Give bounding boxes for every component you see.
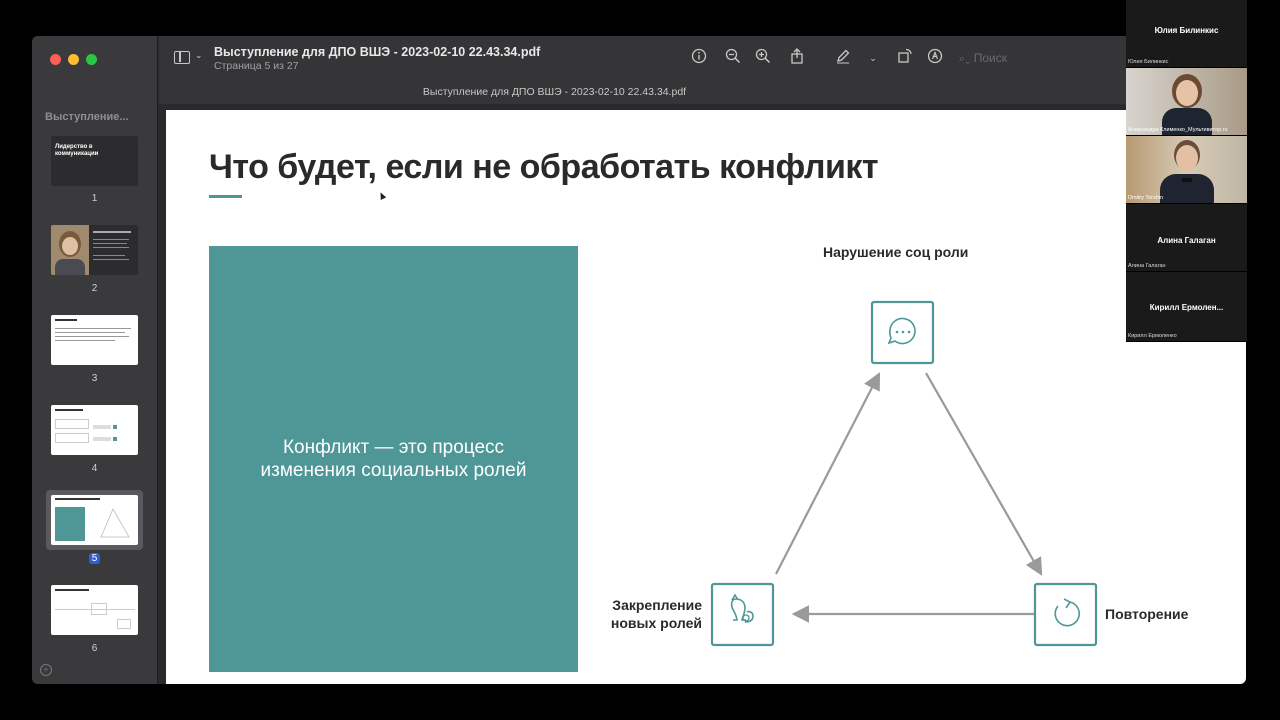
participant-name: Юлия Билинкис [1154, 26, 1219, 35]
participant-tile[interactable]: Кирилл Ермолен... Кирилл Ермоленко [1126, 272, 1247, 342]
thumbnail-page-1[interactable]: Лидерство в коммуникации [51, 136, 138, 186]
thumbnail-number: 1 [91, 193, 98, 204]
slide-title: Что будет, если не обработать конфликт [209, 148, 879, 186]
page-indicator: Страница 5 из 27 [214, 60, 299, 72]
participant-label: Алина Галаган [1128, 263, 1166, 269]
info-icon[interactable] [689, 48, 709, 68]
participant-video-tile[interactable]: Dmitry Torshin [1126, 136, 1247, 204]
node-label-top: Нарушение соц роли [823, 244, 969, 260]
zoom-out-icon[interactable] [723, 48, 743, 68]
toolbar: ⌄ Выступление для ДПО ВШЭ - 2023-02-10 2… [159, 36, 1246, 104]
annotate-icon[interactable] [925, 48, 945, 68]
thumbnail-page-6[interactable] [51, 585, 138, 635]
participant-label: Dmitry Torshin [1128, 195, 1164, 201]
participants-panel: Юлия Билинкис Юлия Билинкис Александра К… [1126, 0, 1247, 342]
arrow-left-to-top [775, 372, 881, 575]
thumbnail-page-5[interactable] [51, 495, 138, 545]
chevron-down-icon[interactable]: ⌄ [195, 50, 203, 61]
thumbnail-page-3[interactable] [51, 315, 138, 365]
search-placeholder: Поиск [973, 51, 1007, 65]
chevron-down-icon[interactable]: ⌄ [863, 48, 883, 68]
preview-window: Выступление... Лидерство в коммуникации … [32, 36, 1246, 684]
node-label-right: Повторение [1105, 606, 1189, 622]
sidebar-toggle-icon[interactable] [174, 51, 190, 64]
markup-pen-icon[interactable] [833, 48, 853, 68]
node-left-box [710, 582, 775, 647]
participant-tile[interactable]: Юлия Билинкис Юлия Билинкис [1126, 0, 1247, 68]
definition-line-2: изменения социальных ролей [260, 460, 527, 481]
sidebar-title: Выступление... [45, 111, 129, 123]
share-icon[interactable] [787, 48, 807, 68]
participant-name: Алина Галаган [1157, 236, 1216, 245]
zoom-window-button[interactable] [86, 54, 97, 65]
document-title: Выступление для ДПО ВШЭ - 2023-02-10 22.… [214, 45, 541, 59]
add-icon[interactable]: + [40, 664, 52, 676]
participant-video-tile[interactable]: Александра Клименко_Мультивитор.ru [1126, 68, 1247, 136]
thumbnail-text: Лидерство в коммуникации [55, 144, 99, 157]
node-label-left-line-1: Закрепление [612, 597, 702, 613]
node-label-left: Закрепление новых ролей [600, 596, 702, 632]
title-underline [209, 195, 242, 198]
thumbnail-page-4[interactable] [51, 405, 138, 455]
participant-name: Кирилл Ермолен... [1149, 303, 1224, 312]
participant-label: Александра Клименко_Мультивитор.ru [1128, 127, 1228, 133]
minimize-window-button[interactable] [68, 54, 79, 65]
zoom-in-icon[interactable] [753, 48, 773, 68]
pdf-page: Что будет, если не обработать конфликт К… [166, 110, 1246, 684]
search-field[interactable]: ⌕⌄ Поиск [959, 47, 1109, 69]
node-right-box [1033, 582, 1098, 647]
thumbnail-number: 3 [91, 373, 98, 384]
thumbnail-photo [51, 225, 89, 275]
screen: Выступление... Лидерство в коммуникации … [0, 0, 1280, 720]
participant-label: Кирилл Ермоленко [1128, 333, 1177, 339]
window-subtitle: Выступление для ДПО ВШЭ - 2023-02-10 22.… [422, 86, 687, 98]
node-top-box [870, 300, 935, 365]
node-label-left-line-2: новых ролей [610, 615, 702, 631]
participant-tile[interactable]: Алина Галаган Алина Галаган [1126, 204, 1247, 272]
thumbnail-number: 6 [91, 643, 98, 654]
thumbnail-number-selected: 5 [51, 553, 138, 564]
arrow-top-to-right [925, 372, 1043, 576]
definition-text: Конфликт — это процесс изменения социаль… [209, 436, 578, 482]
thumbnail-page-2[interactable] [51, 225, 138, 275]
rotate-icon[interactable] [895, 48, 915, 68]
thumbnail-number: 4 [91, 463, 98, 474]
thumbnail-number: 2 [91, 283, 98, 294]
participant-label: Юлия Билинкис [1128, 59, 1169, 65]
definition-box: Конфликт — это процесс изменения социаль… [209, 246, 578, 672]
search-icon: ⌕⌄ [959, 53, 971, 65]
close-window-button[interactable] [50, 54, 61, 65]
definition-line-1: Конфликт — это процесс [282, 437, 505, 458]
thumbnail-sidebar: Выступление... Лидерство в коммуникации … [32, 36, 158, 684]
